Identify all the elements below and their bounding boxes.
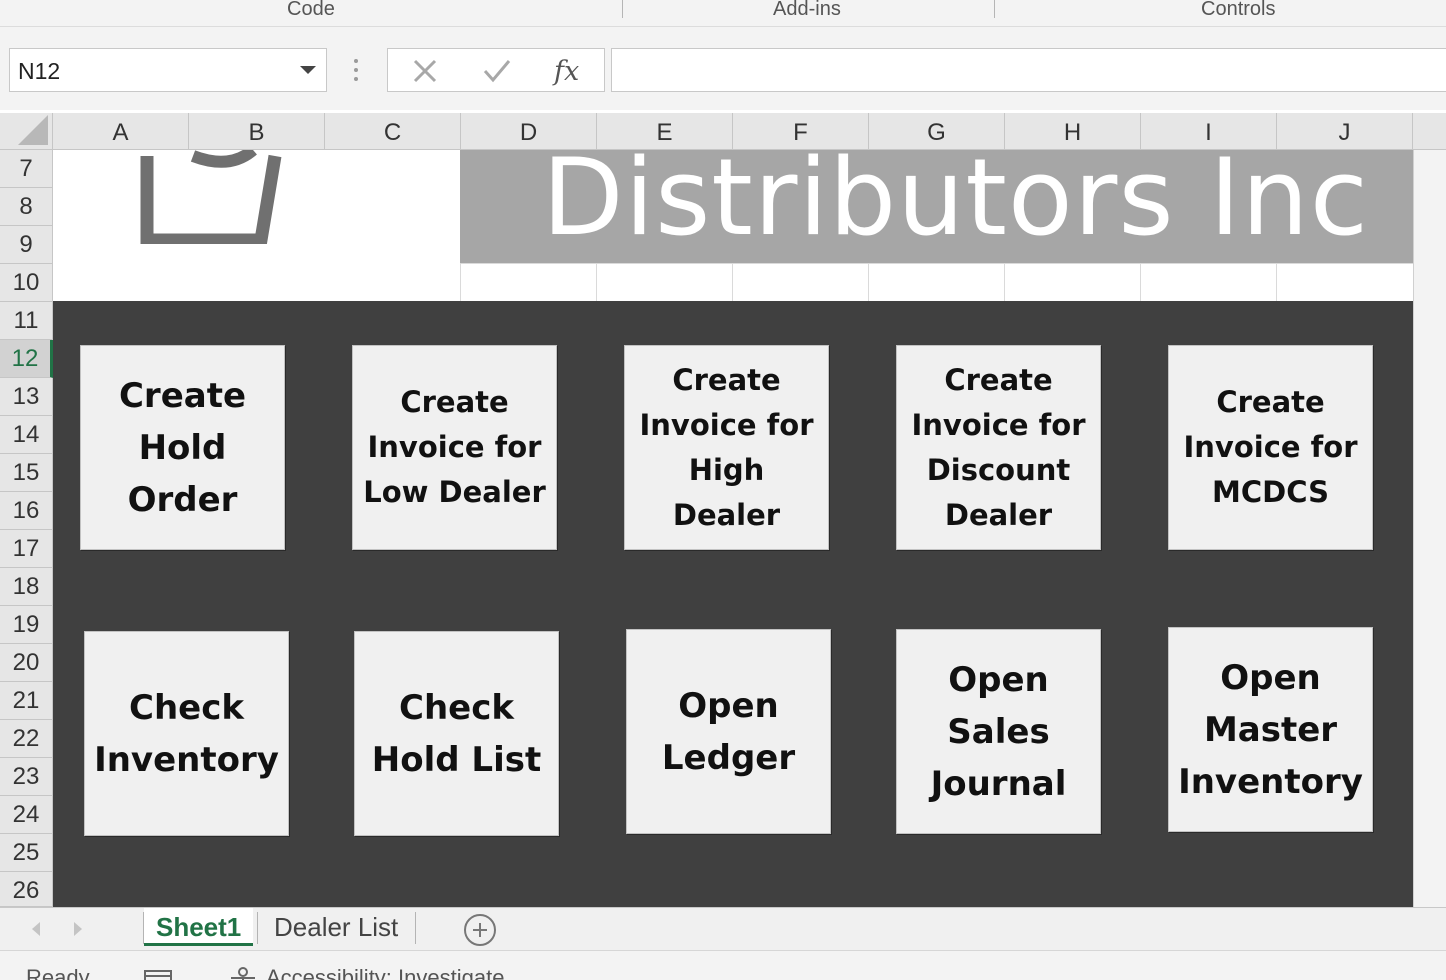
- row-header-26[interactable]: 26: [0, 872, 53, 907]
- row-header-7[interactable]: 7: [0, 150, 53, 188]
- create-invoice-mcdcs-button[interactable]: Create Invoice for MCDCS: [1168, 345, 1373, 550]
- formula-bar-grip-icon[interactable]: [352, 59, 360, 85]
- row-header-13[interactable]: 13: [0, 378, 53, 416]
- row-header-24[interactable]: 24: [0, 796, 53, 834]
- ribbon-group-code: Code: [287, 0, 335, 20]
- column-header-c[interactable]: C: [325, 113, 461, 150]
- worksheet-cells[interactable]: Distributors Inc Create Hold Order Create I…: [53, 150, 1413, 907]
- row-header-12[interactable]: 12: [0, 340, 53, 378]
- ribbon-separator: [622, 0, 623, 18]
- open-sales-journal-button[interactable]: Open Sales Journal: [896, 629, 1101, 834]
- gridline: [732, 263, 733, 301]
- gridline: [1276, 263, 1277, 301]
- row-header-14[interactable]: 14: [0, 416, 53, 454]
- accessibility-icon[interactable]: [228, 967, 258, 980]
- ribbon-group-addins: Add-ins: [773, 0, 841, 20]
- vertical-scroll-area[interactable]: [1413, 150, 1446, 907]
- gridline: [1140, 263, 1141, 301]
- row-header-18[interactable]: 18: [0, 568, 53, 606]
- ribbon-group-controls: Controls: [1201, 0, 1276, 20]
- row-header-15[interactable]: 15: [0, 454, 53, 492]
- column-header-j[interactable]: J: [1277, 113, 1413, 150]
- create-invoice-high-dealer-button[interactable]: Create Invoice for High Dealer: [624, 345, 829, 550]
- row-header-17[interactable]: 17: [0, 530, 53, 568]
- row-header-25[interactable]: 25: [0, 834, 53, 872]
- name-box[interactable]: N12: [9, 48, 327, 92]
- title-banner: Distributors Inc: [460, 150, 1413, 263]
- name-box-value: N12: [18, 58, 61, 84]
- open-master-inventory-button[interactable]: Open Master Inventory: [1168, 627, 1373, 832]
- row-header-10[interactable]: 10: [0, 264, 53, 302]
- gridline: [460, 263, 1413, 264]
- column-header-g[interactable]: G: [869, 113, 1005, 150]
- enter-check-icon[interactable]: [482, 49, 512, 93]
- column-header-h[interactable]: H: [1005, 113, 1141, 150]
- company-logo-icon: [140, 150, 282, 244]
- status-bar: Ready Accessibility: Investigate: [0, 951, 1446, 980]
- formula-bar-row: N12 fx: [0, 27, 1446, 110]
- fx-icon[interactable]: fx: [552, 49, 586, 93]
- column-header-e[interactable]: E: [597, 113, 733, 150]
- status-ready: Ready: [26, 965, 90, 980]
- company-title: Distributors Inc: [542, 150, 1369, 259]
- macro-record-icon[interactable]: [143, 969, 173, 980]
- status-accessibility[interactable]: Accessibility: Investigate: [266, 965, 504, 980]
- column-header-d[interactable]: D: [461, 113, 597, 150]
- create-invoice-discount-dealer-button[interactable]: Create Invoice for Discount Dealer: [896, 345, 1101, 550]
- gridline: [596, 263, 597, 301]
- ribbon-group-labels: Code Add-ins Controls: [0, 0, 1446, 27]
- row-header-8[interactable]: 8: [0, 188, 53, 226]
- add-sheet-icon[interactable]: [464, 914, 496, 946]
- column-header-f[interactable]: F: [733, 113, 869, 150]
- svg-text:fx: fx: [552, 56, 579, 87]
- ribbon-separator: [994, 0, 995, 18]
- check-hold-list-button[interactable]: Check Hold List: [354, 631, 559, 836]
- gridline: [868, 263, 869, 301]
- row-header-9[interactable]: 9: [0, 226, 53, 264]
- create-hold-order-button[interactable]: Create Hold Order: [80, 345, 285, 550]
- row-header-11[interactable]: 11: [0, 302, 53, 340]
- formula-input[interactable]: [611, 48, 1446, 92]
- select-all-corner[interactable]: [0, 113, 53, 150]
- row-header-19[interactable]: 19: [0, 606, 53, 644]
- sheet-tab-sheet1[interactable]: Sheet1: [144, 908, 254, 946]
- sheet-tabs-bar: Sheet1 Dealer List: [0, 907, 1446, 951]
- column-header-i[interactable]: I: [1141, 113, 1277, 150]
- row-header-21[interactable]: 21: [0, 682, 53, 720]
- sheet-tab-dealer-list[interactable]: Dealer List: [262, 908, 410, 946]
- name-box-dropdown-icon[interactable]: [300, 66, 316, 74]
- column-header-overflow: [1413, 113, 1446, 150]
- formula-bar-controls: fx: [387, 48, 605, 92]
- row-header-23[interactable]: 23: [0, 758, 53, 796]
- column-header-a[interactable]: A: [53, 113, 189, 150]
- column-header-b[interactable]: B: [189, 113, 325, 150]
- check-inventory-button[interactable]: Check Inventory: [84, 631, 289, 836]
- tab-separator: [415, 912, 416, 944]
- tab-separator: [257, 912, 258, 944]
- gridline: [460, 263, 461, 301]
- row-header-20[interactable]: 20: [0, 644, 53, 682]
- button-panel: Create Hold Order Create Invoice for Low Dea…: [53, 301, 1413, 907]
- cancel-x-icon[interactable]: [412, 49, 438, 93]
- tab-scroll-right-icon[interactable]: [74, 922, 82, 936]
- open-ledger-button[interactable]: Open Ledger: [626, 629, 831, 834]
- tab-scroll-left-icon[interactable]: [32, 922, 40, 936]
- row-header-16[interactable]: 16: [0, 492, 53, 530]
- gridline: [1004, 263, 1005, 301]
- row-header-22[interactable]: 22: [0, 720, 53, 758]
- create-invoice-low-dealer-button[interactable]: Create Invoice for Low Dealer: [352, 345, 557, 550]
